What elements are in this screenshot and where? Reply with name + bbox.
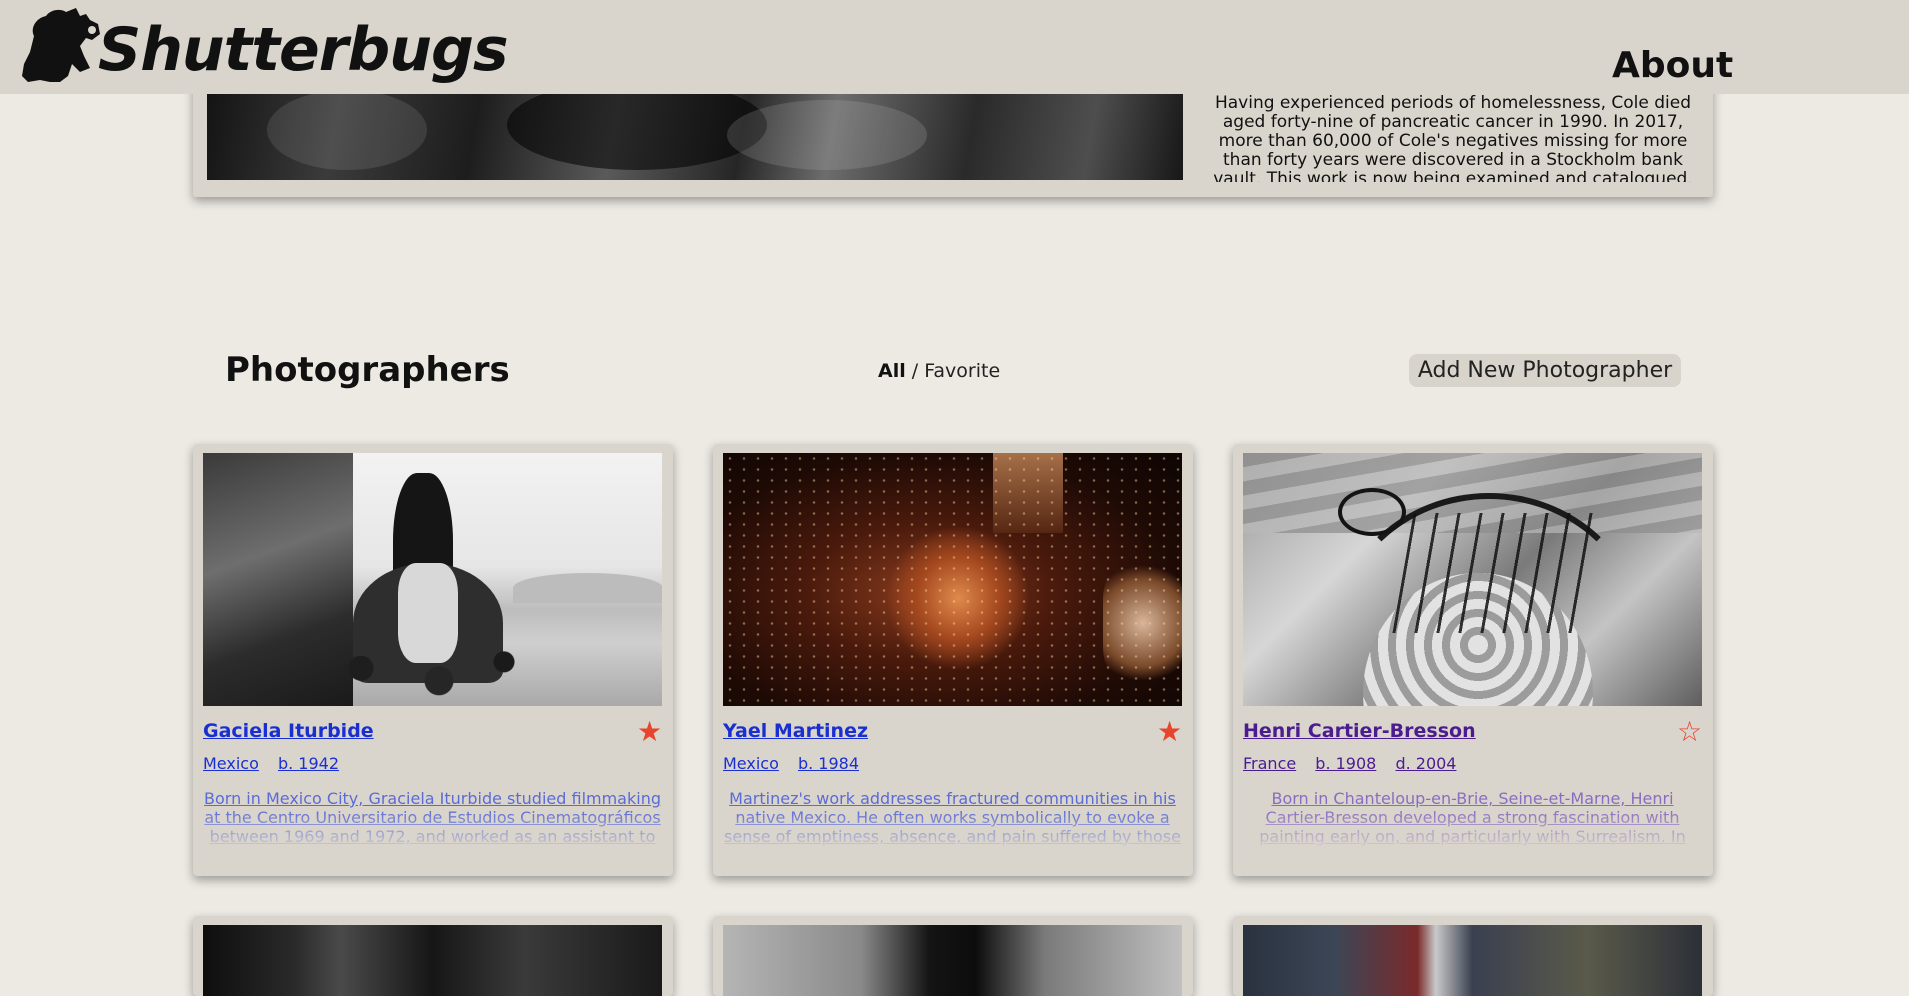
photographer-photo[interactable] xyxy=(723,925,1182,996)
filter-separator: / xyxy=(911,360,919,382)
photographer-meta: France b. 1908 d. 2004 xyxy=(1243,754,1470,773)
photographer-card[interactable]: Henri Cartier-Bresson ☆ France b. 1908 d… xyxy=(1233,444,1713,876)
photographer-country[interactable]: France xyxy=(1243,754,1296,773)
photographer-photo[interactable] xyxy=(1243,453,1702,706)
photographer-photo[interactable] xyxy=(723,453,1182,706)
photographer-photo[interactable] xyxy=(203,453,662,706)
site-header: Shutterbugs About xyxy=(0,0,1909,94)
photographer-born[interactable]: b. 1942 xyxy=(278,754,339,773)
photographer-logo-icon[interactable] xyxy=(20,6,102,82)
photographer-card[interactable] xyxy=(193,916,673,996)
photographer-card[interactable]: Gaciela Iturbide ★ Mexico b. 1942 Born i… xyxy=(193,444,673,876)
photographer-card[interactable] xyxy=(1233,916,1713,996)
photographer-died[interactable]: d. 2004 xyxy=(1395,754,1456,773)
photographer-name[interactable]: Gaciela Iturbide xyxy=(203,720,374,742)
photographer-name[interactable]: Henri Cartier-Bresson xyxy=(1243,720,1476,742)
star-filled-icon[interactable]: ★ xyxy=(637,718,662,746)
photographer-photo[interactable] xyxy=(203,925,662,996)
nav-about-link[interactable]: About xyxy=(1612,48,1733,84)
filter-all[interactable]: All xyxy=(878,360,906,382)
star-outline-icon[interactable]: ☆ xyxy=(1677,718,1702,746)
featured-bio: Having experienced periods of homelessne… xyxy=(1213,94,1693,182)
photographer-photo[interactable] xyxy=(1243,925,1702,996)
photographer-name[interactable]: Yael Martinez xyxy=(723,720,868,742)
filter-toggle: All / Favorite xyxy=(878,360,1000,382)
photographer-bio[interactable]: Martinez's work addresses fractured comm… xyxy=(723,789,1182,847)
photographer-bio[interactable]: Born in Chanteloup-en-Brie, Seine-et-Mar… xyxy=(1243,789,1702,847)
photographer-card[interactable] xyxy=(713,916,1193,996)
photographer-bio[interactable]: Born in Mexico City, Graciela Iturbide s… xyxy=(203,789,662,847)
photographer-country[interactable]: Mexico xyxy=(203,754,259,773)
filter-favorite[interactable]: Favorite xyxy=(924,360,1000,382)
star-filled-icon[interactable]: ★ xyxy=(1157,718,1182,746)
brand-name[interactable]: Shutterbugs xyxy=(98,20,509,80)
photographer-card[interactable]: Yael Martinez ★ Mexico b. 1984 Martinez'… xyxy=(713,444,1193,876)
photographer-born[interactable]: b. 1984 xyxy=(798,754,859,773)
photographer-meta: Mexico b. 1984 xyxy=(723,754,873,773)
section-title: Photographers xyxy=(225,350,510,390)
photographer-country[interactable]: Mexico xyxy=(723,754,779,773)
photographer-born[interactable]: b. 1908 xyxy=(1315,754,1376,773)
photographer-meta: Mexico b. 1942 xyxy=(203,754,353,773)
add-photographer-button[interactable]: Add New Photographer xyxy=(1409,354,1681,387)
